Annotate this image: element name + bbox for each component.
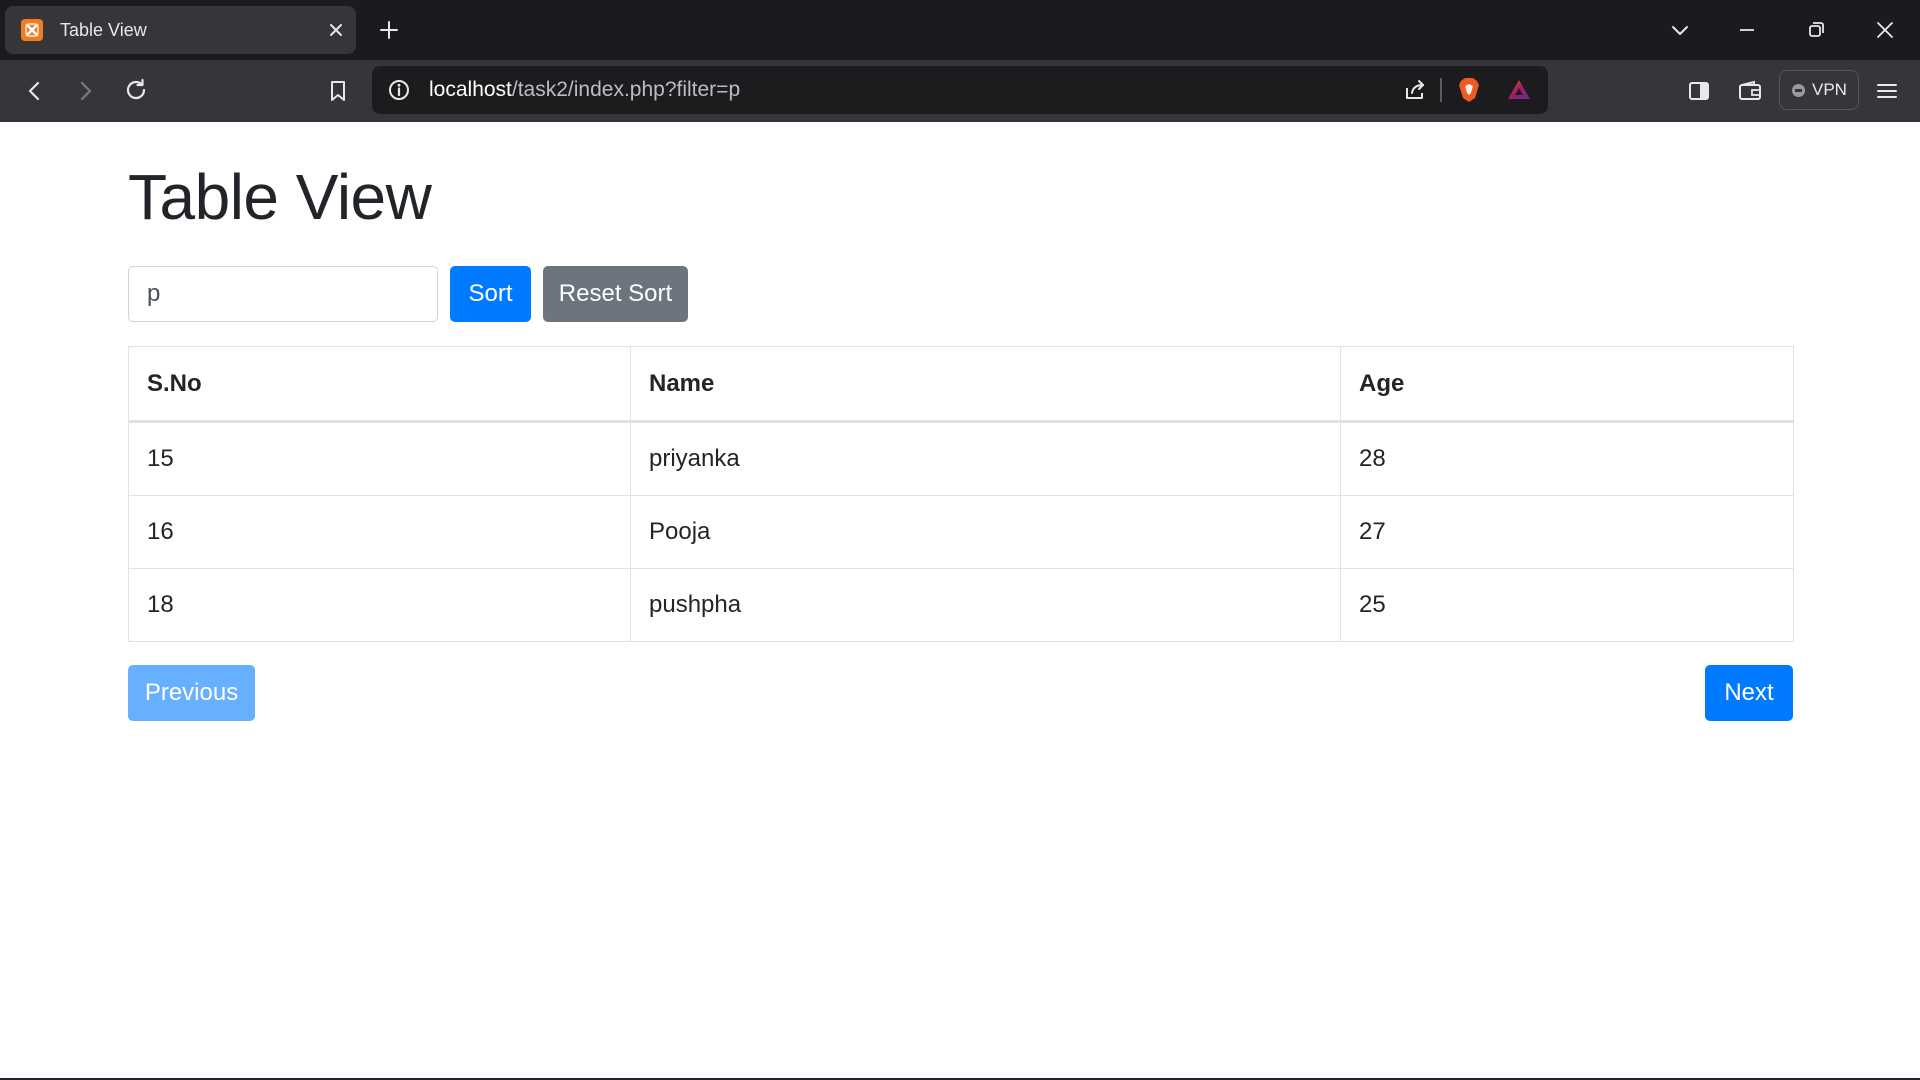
brave-shields-icon[interactable] — [1456, 76, 1482, 102]
close-icon[interactable] — [327, 21, 345, 39]
cell-age: 27 — [1340, 495, 1794, 569]
tab-title: Table View — [60, 20, 147, 40]
menu-icon[interactable] — [1874, 78, 1900, 104]
cell-name: Pooja — [630, 495, 1341, 569]
vpn-button[interactable]: VPN — [1779, 70, 1859, 110]
cell-name: priyanka — [630, 421, 1341, 496]
page-title: Table View — [128, 161, 432, 233]
cell-sno: 15 — [128, 421, 631, 496]
table-row: 16 Pooja 27 — [128, 495, 1794, 569]
cell-age: 25 — [1340, 568, 1794, 642]
url-path: /task2/index.php?filter=p — [511, 78, 741, 101]
filter-input[interactable] — [128, 266, 438, 322]
sidebar-icon[interactable] — [1686, 78, 1712, 104]
bookmark-icon[interactable] — [325, 78, 351, 104]
reset-sort-button[interactable]: Reset Sort — [543, 266, 688, 322]
info-icon[interactable] — [386, 77, 412, 103]
cell-age: 28 — [1340, 421, 1794, 496]
cell-sno: 18 — [128, 568, 631, 642]
share-icon[interactable] — [1402, 77, 1428, 103]
sort-button[interactable]: Sort — [450, 266, 531, 322]
table-header-row: S.No Name Age — [128, 346, 1794, 423]
divider — [1440, 78, 1442, 102]
brave-rewards-icon[interactable] — [1506, 77, 1532, 103]
forward-icon — [72, 78, 98, 104]
browser-tab[interactable]: Table View — [5, 6, 356, 54]
table-row: 18 pushpha 25 — [128, 568, 1794, 642]
previous-button[interactable]: Previous — [128, 665, 255, 721]
url-host: localhost — [429, 78, 512, 101]
close-window-icon[interactable] — [1873, 18, 1897, 42]
restore-icon[interactable] — [1804, 18, 1828, 42]
minimize-icon[interactable] — [1735, 18, 1759, 42]
plus-icon[interactable] — [378, 19, 400, 41]
column-header-age: Age — [1340, 346, 1794, 423]
cell-sno: 16 — [128, 495, 631, 569]
back-icon[interactable] — [22, 78, 48, 104]
browser-toolbar: localhost/task2/index.php?filter=p VPN — [0, 60, 1920, 122]
xampp-favicon — [21, 19, 43, 41]
address-bar[interactable]: localhost/task2/index.php?filter=p — [372, 66, 1548, 114]
reload-icon[interactable] — [123, 77, 149, 103]
vpn-status-icon — [1792, 84, 1805, 97]
vpn-label: VPN — [1812, 80, 1847, 99]
chevron-down-icon[interactable] — [1668, 18, 1692, 42]
table-row: 15 priyanka 28 — [128, 421, 1794, 496]
browser-tab-bar: Table View — [0, 0, 1920, 60]
next-button[interactable]: Next — [1705, 665, 1793, 721]
column-header-name: Name — [630, 346, 1341, 423]
column-header-sno: S.No — [128, 346, 631, 423]
url-text[interactable]: localhost/task2/index.php?filter=p — [429, 66, 740, 114]
data-table: S.No Name Age 15 priyanka 28 16 Pooja 27… — [128, 346, 1794, 642]
wallet-icon[interactable] — [1737, 78, 1763, 104]
cell-name: pushpha — [630, 568, 1341, 642]
